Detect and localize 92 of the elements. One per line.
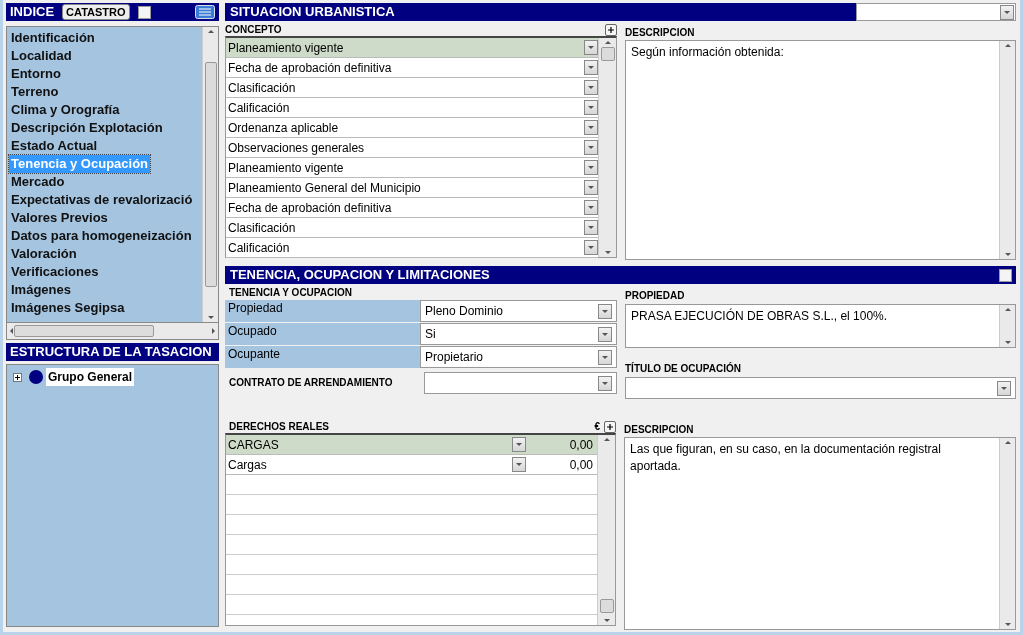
- index-item[interactable]: Clima y Orografía: [9, 101, 122, 119]
- concept-dropdown[interactable]: Clasificación: [226, 78, 598, 98]
- dropdown-arrow-button[interactable]: [584, 180, 598, 195]
- index-item[interactable]: Imágenes Segipsa: [9, 299, 127, 317]
- section-checkbox[interactable]: [999, 268, 1012, 282]
- field-label: Ocupado: [225, 323, 420, 345]
- plus-icon: [607, 26, 615, 34]
- index-item[interactable]: Terreno: [9, 83, 61, 101]
- dropdown-arrow-button[interactable]: [598, 303, 612, 319]
- dropdown-arrow-button[interactable]: [584, 140, 598, 155]
- scrollbar[interactable]: [999, 41, 1015, 259]
- expand-icon[interactable]: [13, 372, 22, 382]
- dropdown-arrow-button[interactable]: [512, 437, 526, 452]
- section-title: SITUACION URBANISTICA: [230, 3, 395, 21]
- dropdown-arrow-button[interactable]: [584, 240, 598, 255]
- right-type-dropdown[interactable]: Cargas: [228, 455, 526, 474]
- dropdown-arrow-button[interactable]: [1000, 4, 1014, 20]
- concept-dropdown[interactable]: Calificación: [226, 98, 598, 118]
- concept-dropdown[interactable]: Planeamiento General del Municipio: [226, 178, 598, 198]
- index-item[interactable]: Entorno: [9, 65, 63, 83]
- field-label: Ocupante: [225, 346, 420, 368]
- field-label: TÍTULO DE OCUPACIÓN: [625, 363, 742, 375]
- dropdown-arrow-button[interactable]: [598, 375, 612, 391]
- column-label: CONCEPTO: [225, 24, 282, 36]
- dropdown-arrow-button[interactable]: [584, 100, 598, 115]
- catastro-checkbox[interactable]: [137, 5, 151, 19]
- scrollbar[interactable]: [999, 438, 1015, 629]
- dropdown-arrow-button[interactable]: [584, 200, 598, 215]
- index-item[interactable]: Mercado: [9, 173, 67, 191]
- dropdown[interactable]: [856, 3, 1016, 21]
- structure-title: ESTRUCTURA DE LA TASACION: [10, 343, 212, 361]
- index-item[interactable]: Valores Previos: [9, 209, 110, 227]
- dropdown-arrow-button[interactable]: [598, 326, 612, 342]
- index-title: INDICE: [10, 3, 55, 21]
- dropdown-arrow-button[interactable]: [512, 457, 526, 472]
- catastro-button[interactable]: CATASTRO: [62, 4, 130, 20]
- field-label: PROPIEDAD: [625, 290, 686, 302]
- property-box[interactable]: PRASA EJECUCIÓN DE OBRAS S.L., el 100%.: [625, 304, 1016, 348]
- index-item[interactable]: Verificaciones: [9, 263, 101, 281]
- concept-dropdown[interactable]: Fecha de aprobación definitiva: [226, 198, 598, 218]
- add-button[interactable]: [604, 421, 617, 433]
- description-box[interactable]: Según información obtenida:: [625, 40, 1016, 260]
- index-item[interactable]: Descripción Explotación: [9, 119, 165, 137]
- description-text: Según información obtenida:: [630, 44, 785, 61]
- dropdown-arrow-button[interactable]: [584, 60, 598, 75]
- table-label: DERECHOS REALES: [229, 421, 330, 433]
- index-item[interactable]: Estado Actual: [9, 137, 100, 155]
- scrollbar[interactable]: [999, 305, 1015, 347]
- dropdown-arrow-button[interactable]: [584, 160, 598, 175]
- concept-dropdown[interactable]: Planeamiento vigente: [226, 158, 598, 178]
- add-button[interactable]: [605, 24, 617, 36]
- concept-dropdown[interactable]: Ordenanza aplicable: [226, 118, 598, 138]
- dropdown-arrow-button[interactable]: [584, 120, 598, 135]
- scrollbar[interactable]: [202, 27, 218, 322]
- concept-dropdown[interactable]: Fecha de aprobación definitiva: [226, 58, 598, 78]
- currency-label: €: [594, 421, 601, 433]
- column-label: DESCRIPCION: [625, 27, 696, 39]
- dropdown-arrow-button[interactable]: [584, 220, 598, 235]
- scrollbar[interactable]: [598, 38, 616, 257]
- plus-icon: [606, 423, 615, 431]
- index-item[interactable]: Valoración: [9, 245, 79, 263]
- list-icon[interactable]: [195, 5, 215, 19]
- dropdown[interactable]: Pleno Dominio: [420, 300, 617, 322]
- dropdown-arrow-button[interactable]: [584, 40, 598, 55]
- column-label: DESCRIPCION: [624, 424, 695, 436]
- scrollbar[interactable]: [597, 435, 616, 625]
- group-label: TENENCIA Y OCUPACION: [229, 287, 353, 299]
- amount-cell-text: 0,00: [568, 456, 595, 474]
- index-item[interactable]: Datos para homogeneización: [9, 227, 194, 245]
- dropdown-arrow-button[interactable]: [997, 380, 1011, 396]
- field-label: Propiedad: [225, 300, 420, 322]
- tree-item[interactable]: Grupo General: [46, 368, 135, 386]
- concept-dropdown[interactable]: Clasificación: [226, 218, 598, 238]
- concept-dropdown[interactable]: Calificación: [226, 238, 598, 258]
- section-title: TENENCIA, OCUPACION Y LIMITACIONES: [230, 266, 490, 284]
- description-box[interactable]: Las que figuran, en su caso, en la documentación registral aportada.: [624, 437, 1016, 630]
- horizontal-scrollbar[interactable]: [6, 323, 219, 340]
- dropdown[interactable]: Si: [420, 323, 617, 345]
- index-item[interactable]: Imágenes: [9, 281, 73, 299]
- dropdown[interactable]: Propietario: [420, 346, 617, 368]
- dropdown-arrow-button[interactable]: [598, 349, 612, 365]
- index-item[interactable]: Expectativas de revalorizació: [9, 191, 195, 209]
- amount-cell-text: 0,00: [568, 436, 595, 454]
- concept-dropdown[interactable]: Planeamiento vigente: [226, 38, 598, 58]
- description-text: Las que figuran, en su caso, en la documentación registral aportada.: [629, 441, 942, 475]
- index-item[interactable]: Identificación: [9, 29, 97, 47]
- field-label: CONTRATO DE ARRENDAMIENTO: [229, 377, 394, 389]
- index-item[interactable]: Localidad: [9, 47, 74, 65]
- concept-dropdown[interactable]: Observaciones generales: [226, 138, 598, 158]
- right-type-dropdown[interactable]: CARGAS: [228, 435, 526, 454]
- dropdown-arrow-button[interactable]: [584, 80, 598, 95]
- property-text: PRASA EJECUCIÓN DE OBRAS S.L., el 100%.: [630, 307, 889, 325]
